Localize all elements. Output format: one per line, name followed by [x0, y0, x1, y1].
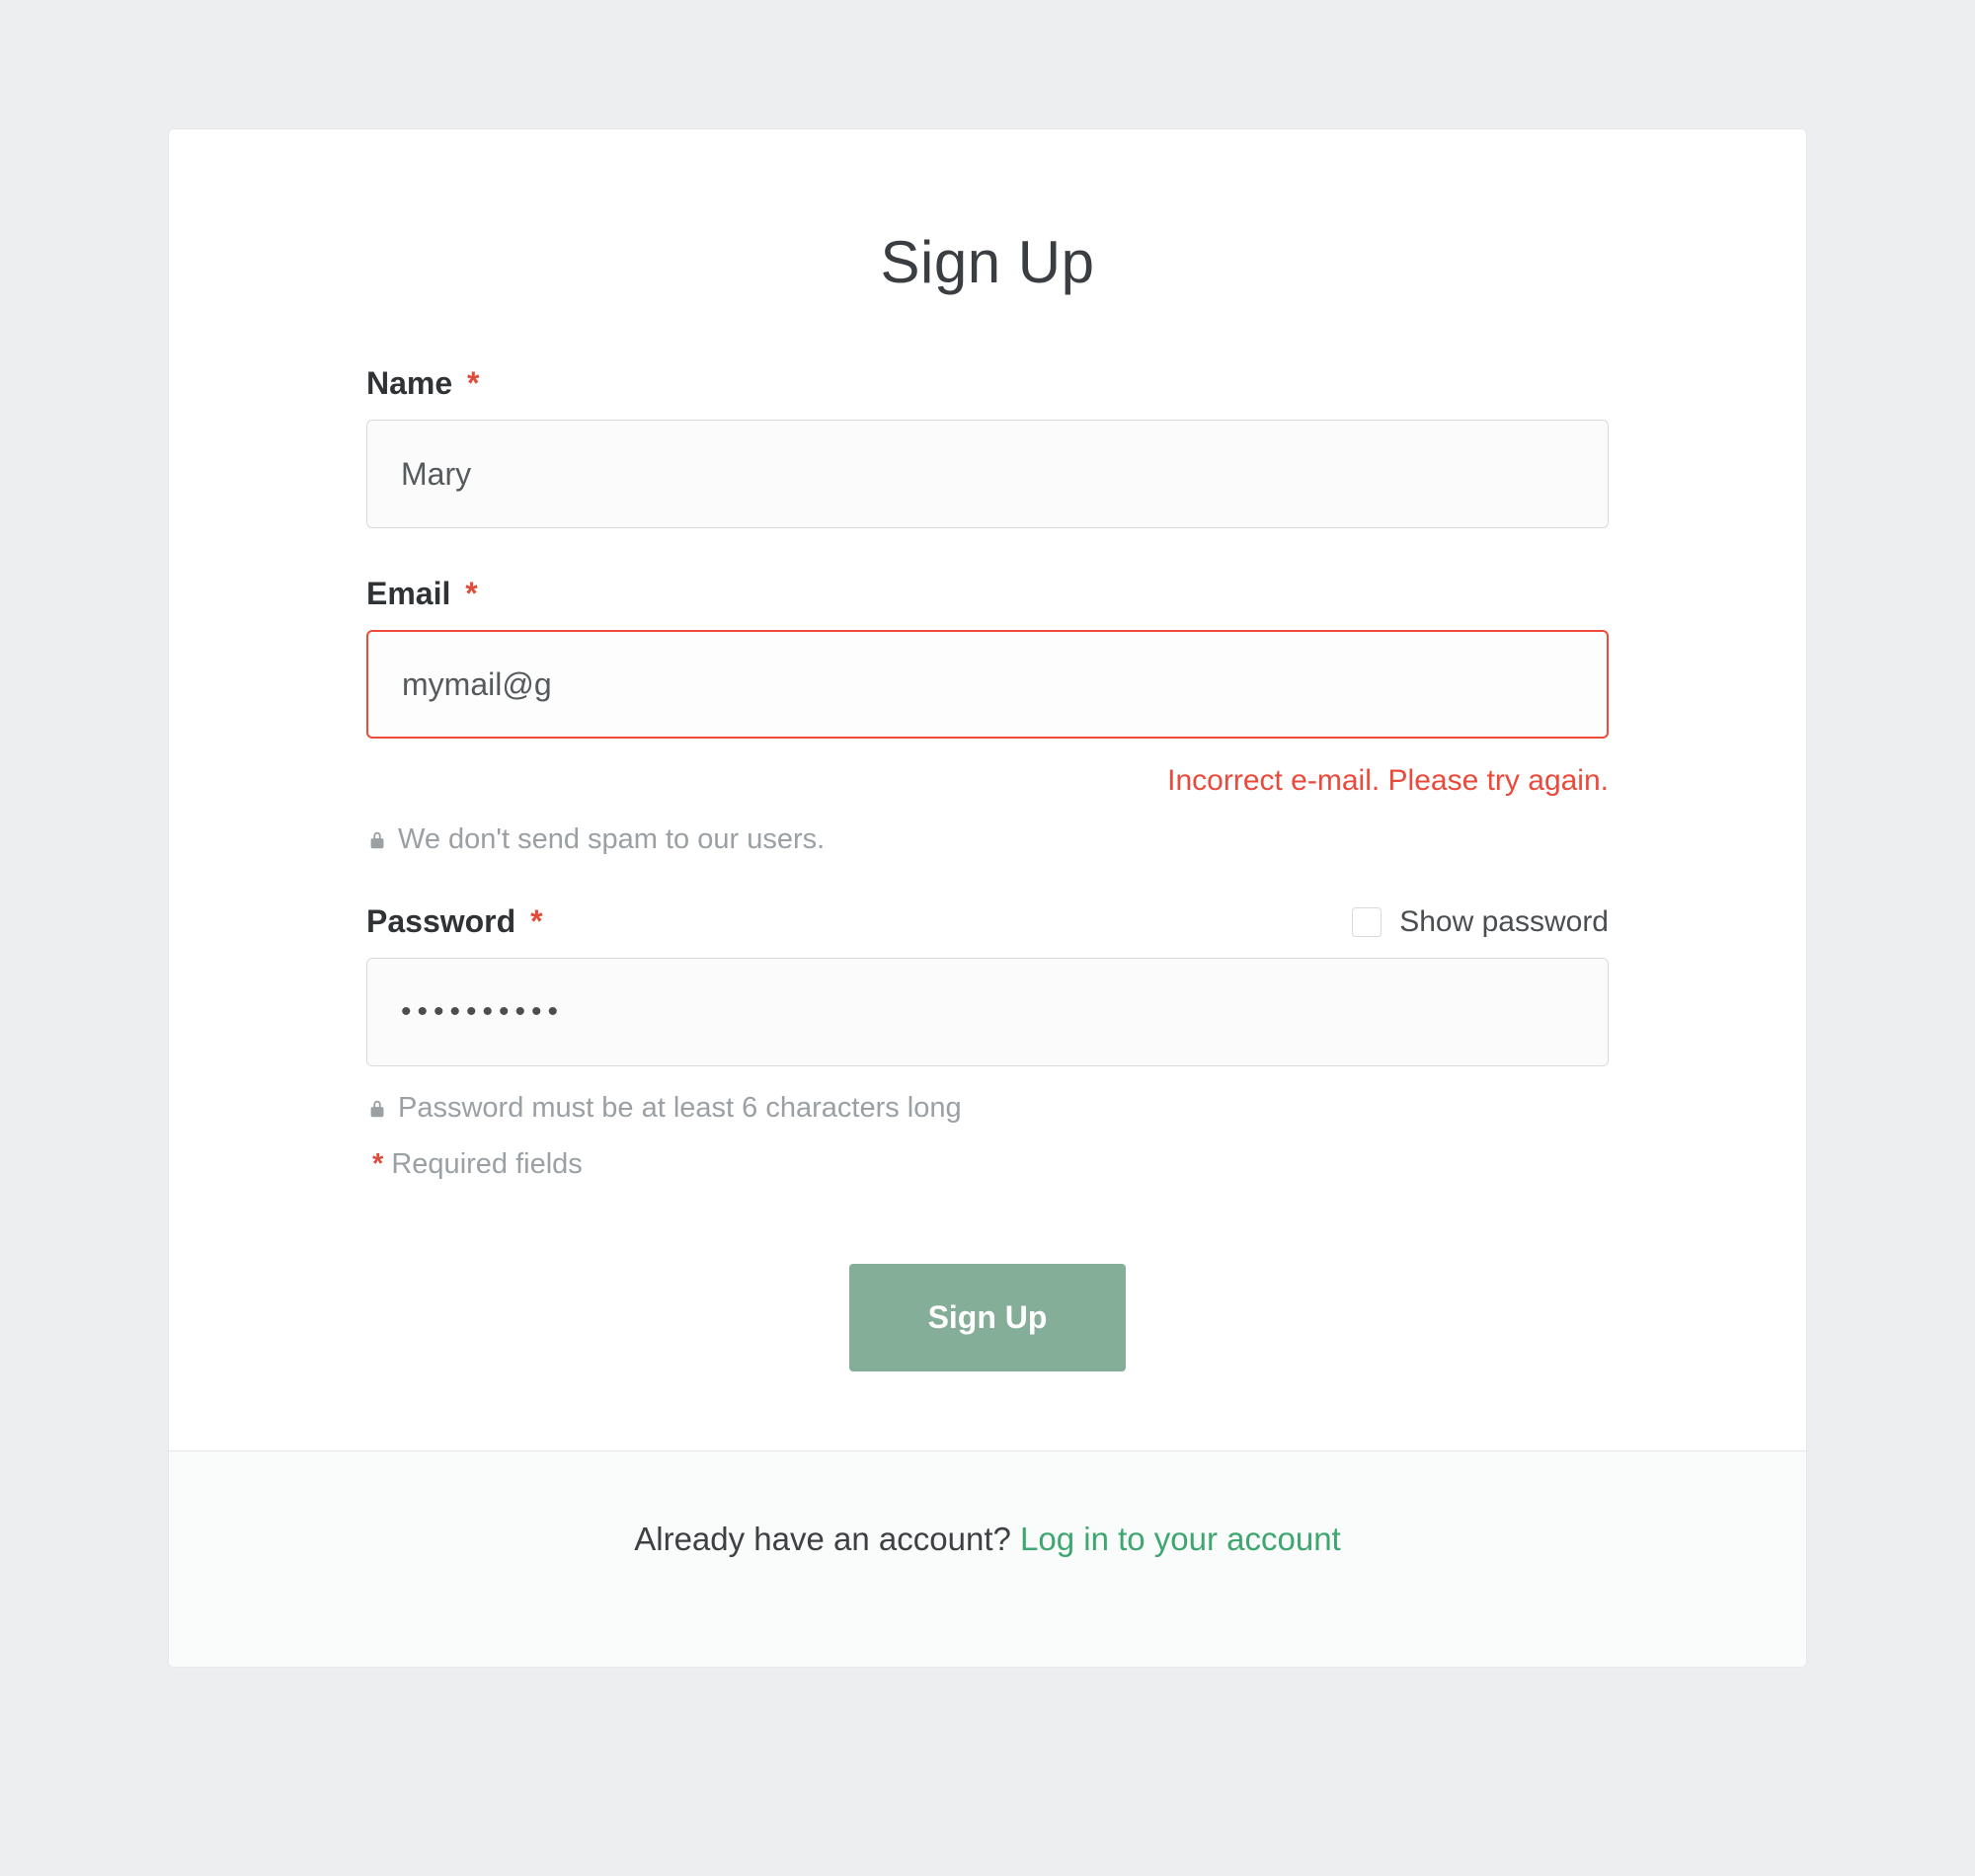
password-hint: Password must be at least 6 characters l…: [366, 1092, 1609, 1125]
required-marker: *: [530, 903, 542, 939]
required-marker: *: [465, 576, 477, 611]
name-input[interactable]: [366, 420, 1609, 528]
name-label-row: Name *: [366, 365, 1609, 402]
name-field-group: Name *: [366, 365, 1609, 528]
footer-prompt: Already have an account?: [634, 1521, 1020, 1557]
show-password-label: Show password: [1399, 905, 1609, 939]
name-label-text: Name: [366, 365, 452, 401]
card-footer: Already have an account? Log in to your …: [169, 1450, 1806, 1667]
required-note-text: Required fields: [391, 1148, 582, 1180]
submit-row: Sign Up: [366, 1264, 1609, 1371]
show-password-toggle[interactable]: Show password: [1352, 905, 1609, 939]
password-label-text: Password: [366, 903, 515, 939]
password-label-row: Password * Show password: [366, 903, 1609, 940]
password-input[interactable]: ••••••••••: [366, 958, 1609, 1066]
lock-icon: [366, 829, 388, 851]
email-hint: We don't send spam to our users.: [366, 823, 1609, 856]
signup-button[interactable]: Sign Up: [849, 1264, 1127, 1371]
login-link[interactable]: Log in to your account: [1020, 1521, 1341, 1557]
required-marker: *: [467, 365, 479, 401]
required-marker: *: [372, 1148, 383, 1180]
required-fields-note: * Required fields: [366, 1148, 1609, 1181]
email-label: Email *: [366, 576, 478, 612]
password-hint-text: Password must be at least 6 characters l…: [398, 1092, 962, 1125]
email-field-group: Email * Incorrect e-mail. Please try aga…: [366, 576, 1609, 856]
email-input[interactable]: [366, 630, 1609, 739]
email-hint-text: We don't send spam to our users.: [398, 823, 825, 856]
page-title: Sign Up: [366, 228, 1609, 296]
email-label-row: Email *: [366, 576, 1609, 612]
email-label-text: Email: [366, 576, 450, 611]
show-password-checkbox[interactable]: [1352, 907, 1382, 937]
signup-card: Sign Up Name * Email * Incorrect e-mail.…: [168, 128, 1807, 1668]
email-error-message: Incorrect e-mail. Please try again.: [366, 764, 1609, 798]
password-field-group: Password * Show password •••••••••• Pass…: [366, 903, 1609, 1125]
password-mask: ••••••••••: [401, 995, 564, 1029]
lock-icon: [366, 1098, 388, 1120]
name-label: Name *: [366, 365, 480, 402]
card-body: Sign Up Name * Email * Incorrect e-mail.…: [169, 129, 1806, 1450]
password-label: Password *: [366, 903, 543, 940]
